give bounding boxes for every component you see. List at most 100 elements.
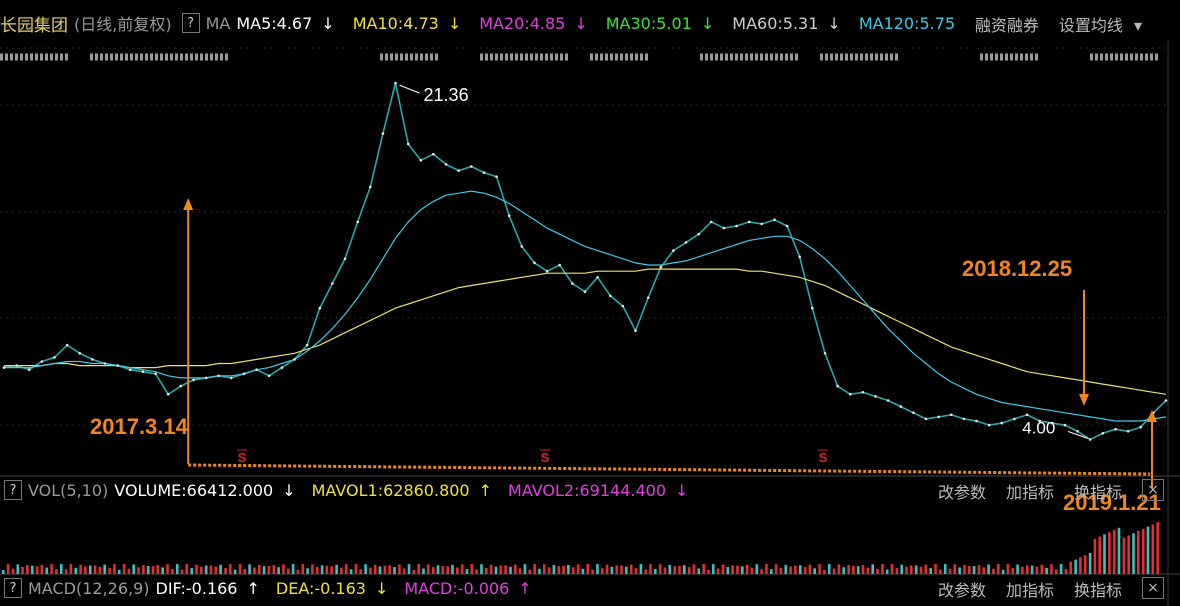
- volume-bar: [325, 565, 329, 574]
- volume-bar: [745, 564, 749, 574]
- volume-bar: [431, 567, 435, 574]
- volume-bar: [113, 564, 116, 574]
- volume-bar: [64, 569, 68, 574]
- volume-bar: [456, 567, 459, 574]
- volume-bar: [905, 566, 908, 574]
- series-line-1: [4, 268, 1167, 395]
- volume-bar: [876, 568, 879, 574]
- volume-bar: [813, 568, 816, 574]
- volume-bar: [1069, 561, 1072, 574]
- volume-bar: [224, 568, 227, 574]
- volume-bar: [475, 569, 478, 574]
- volume-bar: [344, 564, 348, 574]
- price-point: [596, 276, 599, 279]
- macd-help-button[interactable]: ?: [4, 578, 22, 598]
- date-label-2018: 2018.12.25: [962, 256, 1072, 281]
- volume-bar: [885, 569, 889, 574]
- low-price-label: 4.00: [1022, 418, 1055, 437]
- volume-bar: [369, 567, 372, 574]
- volume-bar: [523, 564, 527, 574]
- volume-bar: [658, 564, 662, 574]
- price-point: [609, 294, 612, 298]
- volume-bar: [402, 568, 406, 574]
- price-point: [861, 391, 865, 394]
- price-point: [192, 378, 195, 382]
- macd-add-indicator-button[interactable]: 加指标: [1006, 577, 1054, 599]
- volume-bar: [871, 564, 874, 574]
- price-point: [129, 368, 132, 372]
- price-point: [520, 245, 524, 248]
- volume-bar: [1117, 527, 1121, 574]
- volume-bar: [789, 566, 792, 574]
- volume-bar: [1064, 569, 1068, 574]
- macd-item-label: DIF:-0.166: [155, 578, 238, 598]
- volume-indicator-name: VOL(5,10): [28, 480, 109, 500]
- date-label-2017: 2017.3.14: [90, 414, 189, 439]
- volume-bar: [861, 564, 865, 574]
- macd-switch-indicator-button[interactable]: 换指标: [1074, 577, 1122, 599]
- volume-bar: [765, 564, 768, 574]
- volume-bar: [31, 565, 34, 574]
- price-point: [280, 366, 284, 369]
- volume-bar: [1059, 564, 1063, 574]
- price-point: [444, 163, 448, 166]
- volume-close-icon[interactable]: ×: [1142, 479, 1164, 501]
- price-point: [78, 352, 82, 355]
- signal-marker-1[interactable]: S: [541, 450, 550, 465]
- volume-bar: [668, 564, 672, 574]
- volume-bar: [721, 564, 725, 574]
- volume-bar: [2, 570, 5, 574]
- volume-bar: [808, 564, 812, 574]
- price-point: [432, 152, 435, 156]
- volume-help-button[interactable]: ?: [4, 480, 22, 500]
- volume-bar: [296, 569, 300, 574]
- volume-bar: [1026, 565, 1029, 574]
- macd-change-params-button[interactable]: 改参数: [938, 577, 986, 599]
- volume-bar: [190, 568, 193, 574]
- volume-bar: [1093, 538, 1097, 574]
- price-point: [773, 218, 776, 222]
- volume-change-params-button[interactable]: 改参数: [938, 479, 986, 501]
- volume-bar: [441, 565, 445, 574]
- price-point: [697, 232, 700, 236]
- price-point: [2, 366, 6, 369]
- price-point: [166, 393, 170, 396]
- price-point: [343, 257, 347, 261]
- volume-bar: [398, 564, 401, 574]
- volume-bar: [243, 568, 247, 574]
- volume-bar: [644, 569, 647, 574]
- price-point: [886, 399, 890, 402]
- volume-bar: [204, 565, 208, 574]
- price-point: [318, 306, 322, 310]
- volume-bar: [480, 564, 483, 574]
- volume-bar: [586, 564, 589, 574]
- volume-bar: [393, 567, 396, 574]
- price-point: [204, 376, 208, 380]
- volume-bar: [581, 568, 585, 574]
- signal-marker-0[interactable]: S: [238, 450, 247, 465]
- volume-add-indicator-button[interactable]: 加指标: [1006, 479, 1054, 501]
- macd-item-0: DIF:-0.166 ↑: [156, 579, 266, 598]
- price-point: [53, 356, 56, 359]
- macd-close-icon[interactable]: ×: [1142, 577, 1164, 599]
- volume-bar: [200, 566, 203, 574]
- vol-item-label: MAVOL2:69144.400: [508, 480, 667, 500]
- volume-bar: [88, 565, 92, 574]
- volume-bar: [26, 565, 29, 574]
- vol-item-arrow: ↑: [478, 480, 493, 500]
- volume-bar: [953, 564, 957, 574]
- price-point: [924, 417, 928, 421]
- volume-bar: [552, 565, 556, 574]
- price-point: [710, 220, 713, 224]
- volume-bar: [890, 564, 894, 574]
- volume-bar: [929, 568, 932, 574]
- price-point: [369, 185, 372, 189]
- vol-item-2: MAVOL2:69144.400 ↓: [508, 481, 694, 500]
- volume-bar: [605, 564, 609, 574]
- price-point: [545, 269, 549, 273]
- volume-switch-indicator-button[interactable]: 换指标: [1074, 479, 1122, 501]
- volume-bar: [794, 565, 797, 574]
- signal-marker-2[interactable]: S: [819, 450, 828, 465]
- volume-bar: [79, 564, 82, 574]
- price-point: [179, 384, 183, 388]
